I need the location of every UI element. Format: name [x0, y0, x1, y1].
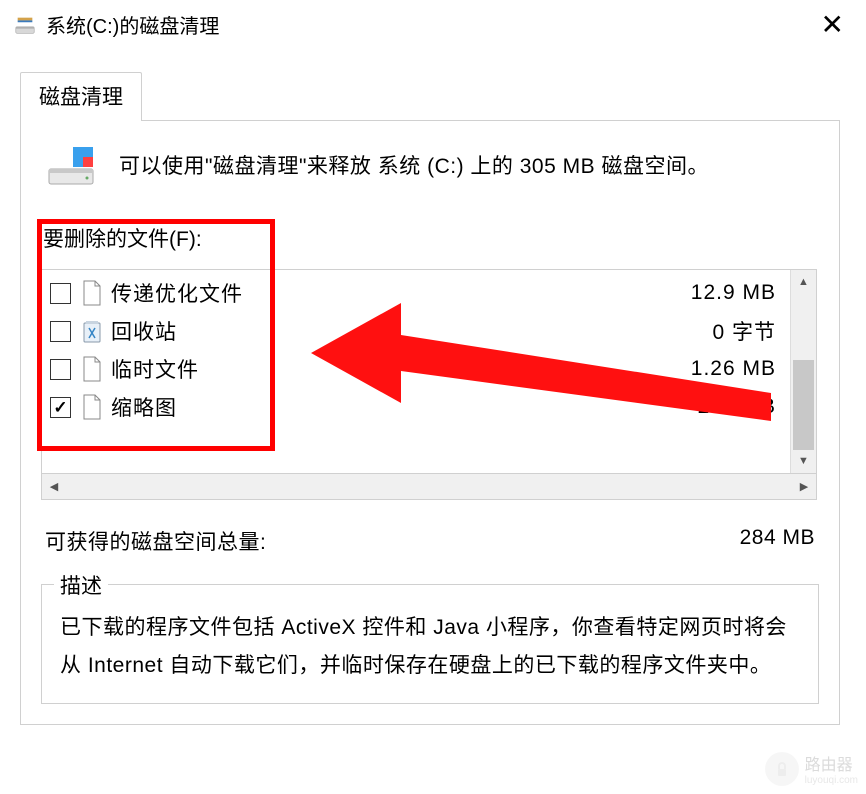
- scroll-left-icon[interactable]: ◀: [42, 480, 66, 493]
- file-list: 传递优化文件 12.9 MB 回收站 0 字节: [41, 269, 817, 474]
- file-row[interactable]: 传递优化文件 12.9 MB: [50, 274, 782, 312]
- disk-cleanup-icon: [14, 14, 36, 36]
- watermark-icon: [765, 752, 799, 786]
- document-icon: [81, 356, 103, 382]
- recycle-bin-icon: [81, 318, 103, 344]
- file-row[interactable]: 缩略图 284 MB: [50, 388, 782, 426]
- file-name: 临时文件: [111, 354, 691, 384]
- file-name: 回收站: [111, 316, 712, 346]
- file-size: 284 MB: [698, 395, 782, 419]
- description-group: 描述 已下载的程序文件包括 ActiveX 控件和 Java 小程序，你查看特定…: [41, 584, 819, 704]
- scroll-thumb[interactable]: [793, 360, 814, 450]
- file-name: 传递优化文件: [111, 278, 691, 308]
- file-size: 1.26 MB: [691, 357, 782, 381]
- tab-strip: 磁盘清理: [20, 71, 846, 120]
- window-title: 系统(C:)的磁盘清理: [46, 10, 219, 39]
- file-row[interactable]: 临时文件 1.26 MB: [50, 350, 782, 388]
- files-label: 要删除的文件(F):: [41, 223, 819, 253]
- checkbox[interactable]: [50, 359, 71, 380]
- horizontal-scrollbar[interactable]: ◀ ▶: [41, 474, 817, 500]
- total-label: 可获得的磁盘空间总量:: [45, 526, 266, 556]
- tab-disk-cleanup[interactable]: 磁盘清理: [20, 72, 142, 121]
- scroll-up-icon[interactable]: ▲: [791, 270, 816, 294]
- checkbox[interactable]: [50, 321, 71, 342]
- checkbox[interactable]: [50, 397, 71, 418]
- checkbox[interactable]: [50, 283, 71, 304]
- file-row[interactable]: 回收站 0 字节: [50, 312, 782, 350]
- title-bar: 系统(C:)的磁盘清理 ✕: [0, 0, 866, 49]
- info-text: 可以使用"磁盘清理"来释放 系统 (C:) 上的 305 MB 磁盘空间。: [119, 150, 709, 184]
- scroll-down-icon[interactable]: ▼: [791, 449, 816, 473]
- dialog-body: 磁盘清理 可以使用"磁盘清理"来释放 系统 (C:) 上的 305 MB 磁盘空…: [0, 49, 866, 725]
- document-icon: [81, 394, 103, 420]
- file-size: 12.9 MB: [691, 281, 782, 305]
- close-button[interactable]: ✕: [813, 11, 852, 39]
- scroll-right-icon[interactable]: ▶: [792, 480, 816, 493]
- total-value: 284 MB: [740, 526, 815, 556]
- vertical-scrollbar[interactable]: ▲ ▼: [790, 270, 816, 473]
- tab-panel: 可以使用"磁盘清理"来释放 系统 (C:) 上的 305 MB 磁盘空间。 要删…: [20, 120, 840, 725]
- total-row: 可获得的磁盘空间总量: 284 MB: [41, 526, 819, 556]
- document-icon: [81, 280, 103, 306]
- watermark-sub: luyouqi.com: [805, 775, 858, 786]
- file-size: 0 字节: [712, 316, 782, 346]
- description-text: 已下载的程序文件包括 ActiveX 控件和 Java 小程序，你查看特定网页时…: [60, 609, 800, 685]
- watermark: 路由器 luyouqi.com: [765, 751, 858, 786]
- description-legend: 描述: [54, 570, 108, 600]
- files-section: 要删除的文件(F): 传递优化文件 12.9 MB: [41, 223, 819, 500]
- info-row: 可以使用"磁盘清理"来释放 系统 (C:) 上的 305 MB 磁盘空间。: [41, 147, 819, 187]
- file-name: 缩略图: [111, 392, 698, 422]
- drive-icon: [47, 147, 95, 187]
- watermark-text: 路由器: [805, 751, 858, 775]
